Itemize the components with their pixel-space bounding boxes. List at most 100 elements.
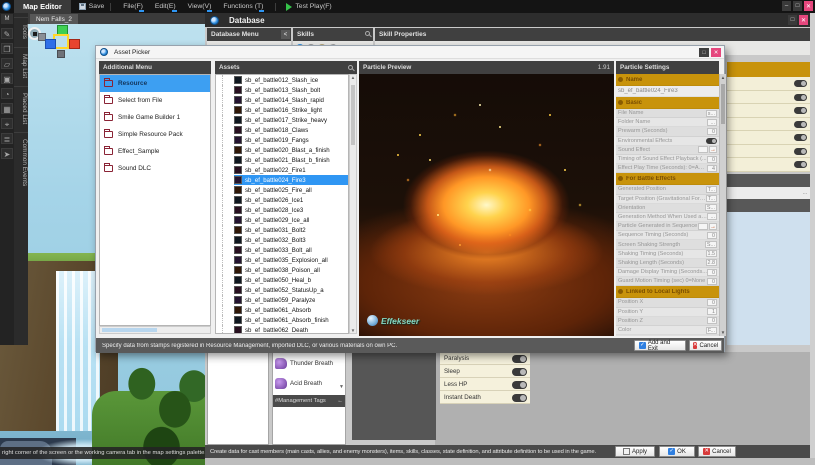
horizontal-scrollbar[interactable]: [99, 326, 211, 334]
ailment-row[interactable]: Instant Death: [440, 391, 530, 404]
particle-setting-row[interactable]: Orientation S... →: [616, 204, 719, 213]
asset-list-item[interactable]: sb_ef_battle024_Fire3: [216, 175, 348, 185]
asset-list-item[interactable]: sb_ef_battle033_Bolt_all: [216, 245, 348, 255]
ailment-toggle[interactable]: [512, 381, 527, 389]
asset-list-item[interactable]: sb_ef_battle031_Bolt2: [216, 225, 348, 235]
particle-setting-row[interactable]: Prewarm (Seconds) 0 →: [616, 127, 719, 136]
ailment-row[interactable]: Sleep: [440, 365, 530, 378]
particle-setting-row[interactable]: sb_ef_battle024_Fire3 →: [616, 86, 719, 97]
particle-setting-row[interactable]: Name →: [616, 74, 719, 86]
management-tags-header[interactable]: #Management Tags ←: [273, 395, 345, 407]
toggle[interactable]: [706, 138, 717, 144]
property-row[interactable]: [727, 104, 810, 118]
asset-list-item[interactable]: sb_ef_battle014_Slash_rapid: [216, 95, 348, 105]
asset-list-item[interactable]: sb_ef_battle022_Fire1: [216, 165, 348, 175]
asset-list-item[interactable]: sb_ef_battle052_StatusUp_a: [216, 285, 348, 295]
value-box[interactable]: 0: [707, 156, 717, 163]
scrollbar-thumb[interactable]: [351, 85, 355, 145]
add-and-exit-button[interactable]: ✓ Add and Exit: [634, 340, 686, 351]
sidebar-tab[interactable]: Tools: [14, 17, 28, 45]
toggle[interactable]: [794, 121, 807, 128]
save-button[interactable]: Save: [79, 3, 105, 10]
toggle[interactable]: [794, 148, 807, 155]
asset-list-item[interactable]: sb_ef_battle059_Paralyze: [216, 295, 348, 305]
scroll-down-icon[interactable]: ▼: [350, 328, 356, 333]
particle-setting-row[interactable]: Intensity 0... →: [616, 335, 719, 336]
additional-menu-item[interactable]: Simple Resource Pack: [100, 126, 210, 143]
database-close-button[interactable]: ✕: [799, 15, 808, 25]
value-box[interactable]: 1: [707, 308, 717, 315]
additional-menu-item[interactable]: Resource: [100, 75, 210, 92]
particle-setting-row[interactable]: File Name s... →: [616, 109, 719, 118]
asset-list-item[interactable]: sb_ef_battle029_Ice_all: [216, 215, 348, 225]
sidebar-tab[interactable]: Common Events: [14, 132, 28, 192]
particle-setting-row[interactable]: Sequence Timing (Seconds) 0 →: [616, 231, 719, 240]
scroll-down-icon[interactable]: ▼: [339, 384, 344, 390]
cancel-button[interactable]: ✕ Cancel: [698, 446, 736, 457]
menu-item[interactable]: Edit(E): [155, 3, 176, 11]
dialog-close-button[interactable]: ✕: [711, 48, 721, 57]
particle-setting-row[interactable]: Sound Effect →: [616, 146, 719, 155]
asset-list-item[interactable]: sb_ef_battle012_Slash_ice: [216, 75, 348, 85]
close-button[interactable]: ✕: [804, 1, 813, 11]
particle-setting-row[interactable]: Generated Position T... →: [616, 185, 719, 194]
particle-setting-row[interactable]: Basic →: [616, 97, 719, 109]
value-box[interactable]: [698, 146, 708, 153]
particle-setting-row[interactable]: Shaking Length (Seconds) 2.8 →: [616, 259, 719, 268]
ailment-toggle[interactable]: [512, 355, 527, 363]
skill-list-item[interactable]: Acid Breath: [273, 373, 345, 393]
search-icon[interactable]: [348, 65, 353, 70]
particle-setting-row[interactable]: Position Y 1 →: [616, 308, 719, 317]
toggle[interactable]: [794, 80, 807, 87]
particle-setting-row[interactable]: Particle Generated in Sequence →: [616, 222, 719, 231]
property-row[interactable]: [727, 118, 810, 132]
ailment-toggle[interactable]: [512, 394, 527, 402]
property-row[interactable]: [727, 77, 810, 91]
asset-list-item[interactable]: sb_ef_battle038_Poison_all: [216, 265, 348, 275]
scroll-up-icon[interactable]: ▲: [350, 75, 356, 80]
value-box[interactable]: T...: [706, 186, 717, 193]
particle-setting-row[interactable]: Target Position (Gravitational Force) T.…: [616, 195, 719, 204]
particle-setting-row[interactable]: Position Z 0 →: [616, 317, 719, 326]
value-box[interactable]: 1.5: [706, 250, 718, 257]
value-box[interactable]: ...: [707, 119, 717, 126]
scroll-up-icon[interactable]: ▲: [720, 75, 726, 80]
casts-list-panel[interactable]: [207, 352, 269, 445]
asset-list-item[interactable]: sb_ef_battle021_Blast_b_finish: [216, 155, 348, 165]
menu-item[interactable]: File(F): [123, 3, 143, 11]
skills-header[interactable]: Skills: [293, 28, 373, 41]
test-play-button[interactable]: Test Play(F): [286, 3, 331, 11]
skill-list-item[interactable]: Thunder Breath: [273, 353, 345, 373]
value-box[interactable]: 2.8: [706, 259, 718, 266]
ailment-row[interactable]: Paralysis: [440, 352, 530, 365]
gizmo-cube-dark[interactable]: [57, 50, 65, 58]
value-box[interactable]: 0: [707, 269, 717, 276]
asset-list-item[interactable]: sb_ef_battle061_Absorb_finish: [216, 315, 348, 325]
selection-icon[interactable]: ▦: [1, 103, 13, 114]
dialog-maximize-button[interactable]: □: [699, 48, 709, 57]
asset-list-item[interactable]: sb_ef_battle017_Strike_heavy: [216, 115, 348, 125]
cube-icon[interactable]: ▣: [1, 73, 13, 84]
stamp-icon[interactable]: ✎: [1, 28, 13, 39]
back-arrow-icon[interactable]: ←: [337, 398, 343, 404]
map-tab[interactable]: Nem Falls_2: [30, 14, 78, 24]
gizmo-cube-red[interactable]: [69, 39, 80, 49]
ailment-row[interactable]: Less HP: [440, 378, 530, 391]
particle-preview-viewport[interactable]: Effekseer: [359, 74, 614, 336]
ok-button[interactable]: ✓ OK: [659, 446, 695, 457]
particle-setting-row[interactable]: Guard Motion Timing (sec) 0=None 0 →: [616, 277, 719, 286]
toggle[interactable]: [794, 107, 807, 114]
assets-scrollbar[interactable]: ▲ ▼: [349, 74, 357, 334]
property-row[interactable]: [727, 145, 810, 159]
scrollbar-thumb[interactable]: [102, 328, 157, 332]
asset-list-item[interactable]: sb_ef_battle050_Heal_b: [216, 275, 348, 285]
value-box[interactable]: 0: [707, 128, 717, 135]
asset-list-item[interactable]: sb_ef_battle061_Absorb: [216, 305, 348, 315]
menu-item[interactable]: View(V): [188, 3, 212, 11]
asset-picker-titlebar[interactable]: Asset Picker □ ✕: [96, 46, 724, 59]
minimize-button[interactable]: –: [782, 1, 791, 11]
database-maximize-button[interactable]: □: [788, 15, 797, 25]
property-row[interactable]: ...: [727, 187, 810, 199]
toggle[interactable]: [794, 94, 807, 101]
database-menu-header[interactable]: Database Menu <: [207, 28, 291, 41]
